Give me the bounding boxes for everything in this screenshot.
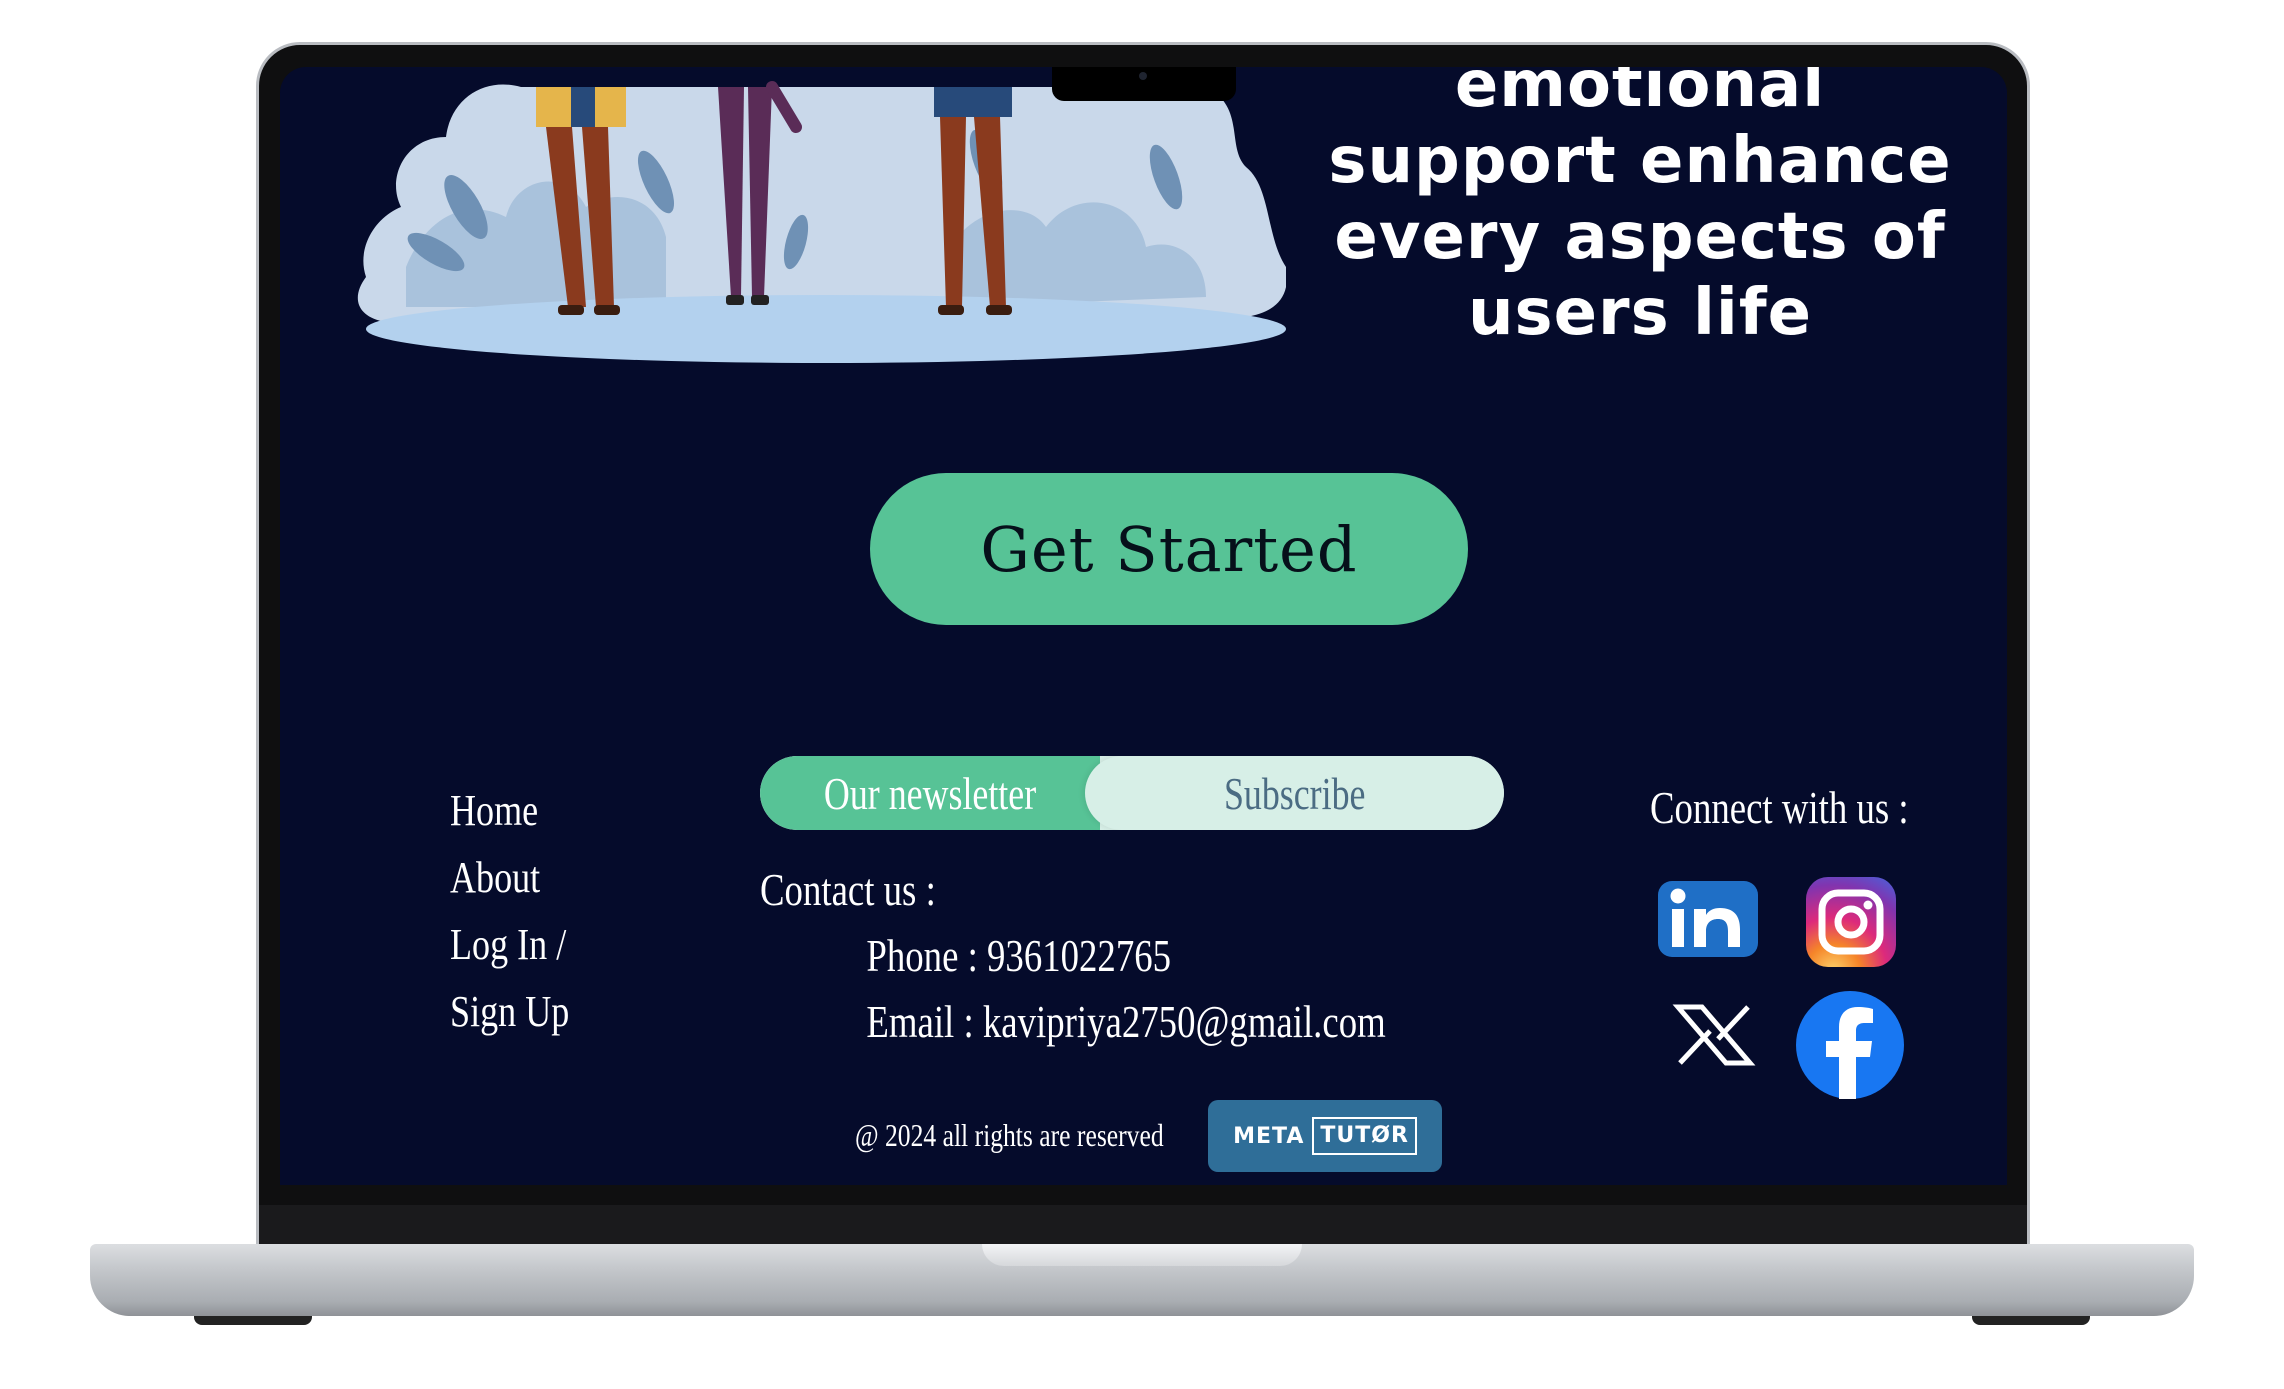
laptop-foot-right bbox=[1972, 1316, 2090, 1325]
nav-link-about[interactable]: About bbox=[450, 844, 569, 911]
x-icon[interactable] bbox=[1672, 1003, 1756, 1067]
subscribe-button-label: Subscribe bbox=[1223, 767, 1366, 819]
copyright-text: @ 2024 all rights are reserved bbox=[855, 1117, 1164, 1153]
logo-text-meta: META bbox=[1233, 1123, 1305, 1149]
people-illustration bbox=[357, 81, 1286, 363]
web-page: emotional support enhance every aspects … bbox=[280, 67, 2007, 1185]
hero-heading: emotional support enhance every aspects … bbox=[1320, 67, 1960, 351]
get-started-button[interactable]: Get Started bbox=[870, 473, 1468, 625]
nav-link-home[interactable]: Home bbox=[450, 777, 569, 844]
contact-email[interactable]: Email : kavipriya2750@gmail.com bbox=[760, 989, 1385, 1055]
facebook-icon[interactable] bbox=[1796, 991, 1904, 1099]
hero-line: every aspects of bbox=[1334, 200, 1946, 274]
newsletter-label: Our newsletter bbox=[760, 756, 1100, 830]
contact-phone: Phone : 9361022765 bbox=[866, 930, 1172, 981]
logo-text-tutor: TUTØR bbox=[1312, 1117, 1417, 1155]
camera-icon bbox=[1139, 72, 1147, 80]
nav-link-login[interactable]: Log In / bbox=[450, 911, 569, 978]
hero-line: support enhance bbox=[1328, 124, 1952, 198]
footer-nav: Home About Log In / Sign Up bbox=[450, 777, 569, 1045]
nav-link-signup[interactable]: Sign Up bbox=[450, 978, 569, 1045]
connect-heading: Connect with us : bbox=[1650, 782, 1909, 833]
contact-section: Contact us : Phone : 9361022765 Email : … bbox=[760, 857, 1386, 1055]
instagram-icon[interactable] bbox=[1806, 877, 1896, 967]
screen-bezel-bottom bbox=[259, 1205, 2027, 1245]
subscribe-button[interactable]: Subscribe bbox=[1085, 756, 1504, 830]
newsletter-bar: Our newsletter Subscribe bbox=[760, 756, 1504, 830]
meta-tutor-logo[interactable]: META TUTØR bbox=[1208, 1100, 1442, 1172]
linkedin-icon[interactable] bbox=[1658, 881, 1758, 957]
newsletter-label-text: Our newsletter bbox=[823, 767, 1037, 819]
laptop-foot-left bbox=[194, 1316, 312, 1325]
laptop-base-notch bbox=[982, 1244, 1302, 1266]
contact-heading: Contact us : bbox=[760, 864, 936, 915]
hero-line: emotional bbox=[1454, 67, 1826, 122]
hero-line: users life bbox=[1467, 276, 1813, 350]
